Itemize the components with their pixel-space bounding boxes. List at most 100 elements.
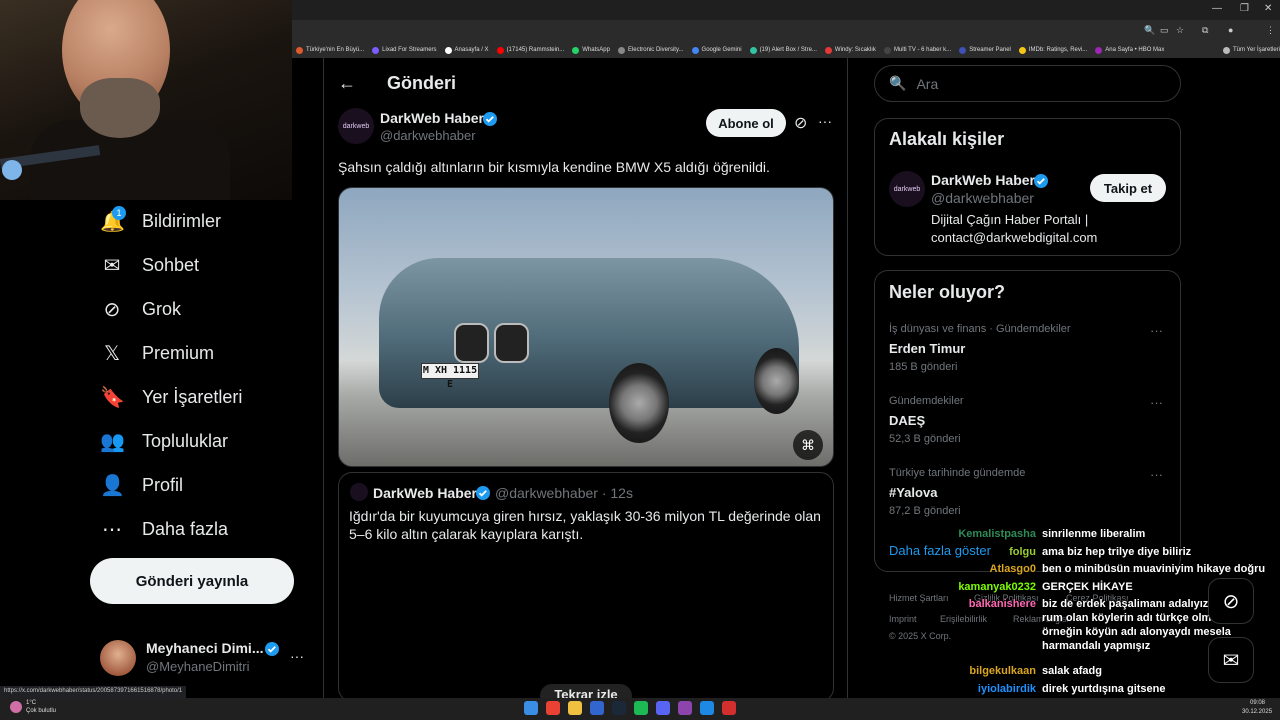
- messages-float-icon[interactable]: ✉: [1208, 637, 1254, 683]
- trend-more-icon[interactable]: ···: [1150, 395, 1163, 410]
- taskbar-app-icon[interactable]: [524, 701, 538, 715]
- bookmark-favicon-icon: [691, 46, 699, 54]
- grok-float-icon[interactable]: ⊘: [1208, 578, 1254, 624]
- trend-name[interactable]: Erden Timur: [889, 341, 965, 356]
- bookmark-item[interactable]: Electronic Diversity...: [617, 46, 684, 54]
- bookmark-item[interactable]: Lixad For Streamers: [372, 46, 437, 54]
- minimize-icon[interactable]: —: [1212, 3, 1222, 14]
- profile-menu-icon[interactable]: ●: [1228, 25, 1233, 35]
- account-handle: @MeyhaneDimitri: [146, 659, 250, 674]
- taskbar-app-icon[interactable]: [700, 701, 714, 715]
- quoted-author-name: DarkWeb Haber: [373, 485, 478, 501]
- author-name[interactable]: DarkWeb Haber: [380, 110, 484, 126]
- author-avatar[interactable]: darkweb: [338, 108, 374, 144]
- tweet-image[interactable]: M XH 1115 E ⌘: [338, 187, 834, 467]
- verified-badge-icon: [1034, 174, 1048, 188]
- taskbar-app-icon[interactable]: [634, 701, 648, 715]
- bookmarks-bar: Türkiye'nin En Büyü... Lixad For Streamer…: [292, 42, 1280, 58]
- trend-more-icon[interactable]: ···: [1150, 323, 1163, 338]
- profile-icon: 👤: [100, 474, 125, 497]
- search-placeholder: Ara: [916, 75, 939, 92]
- bookmark-item[interactable]: (17145) Rammstein...: [496, 46, 564, 54]
- clock-time: 09:08: [1250, 700, 1266, 706]
- weather-icon[interactable]: [10, 701, 22, 713]
- subscribe-button[interactable]: Abone ol: [706, 109, 786, 137]
- bookmark-item[interactable]: Tüm Yer İşaretleri: [1222, 46, 1280, 54]
- cast-icon[interactable]: ▭: [1160, 25, 1169, 36]
- license-plate: M XH 1115 E: [421, 363, 479, 390]
- bookmark-item[interactable]: (19) Alert Box / Stre...: [749, 46, 817, 54]
- bookmark-favicon-icon: [372, 46, 380, 54]
- related-avatar[interactable]: darkweb: [889, 171, 925, 207]
- trends-title: Neler oluyor?: [889, 282, 1006, 302]
- search-input[interactable]: 🔍 Ara: [874, 65, 1181, 102]
- close-icon[interactable]: ✕: [1264, 3, 1272, 14]
- chat-message: folgu ama biz hep trilye diye biliriz: [900, 545, 1270, 559]
- weather-desc: Çok bulutlu: [26, 708, 57, 714]
- bookmark-item[interactable]: Anasayfa / X: [444, 46, 489, 54]
- page-title: Gönderi: [387, 73, 457, 93]
- nav-item-profil[interactable]: 👤 Profil: [100, 470, 183, 500]
- follow-button[interactable]: Takip et: [1090, 174, 1166, 202]
- bookmark-item[interactable]: Streamer Panel: [959, 46, 1011, 54]
- account-name[interactable]: Meyhaneci Dimi...: [146, 640, 263, 656]
- chat-username: Atlasgo0: [989, 563, 1036, 575]
- bookmark-favicon-icon: [496, 46, 504, 54]
- nav-item-topluluklar[interactable]: 👥 Topluluklar: [100, 426, 228, 456]
- extensions-icon[interactable]: ⧉: [1202, 25, 1208, 36]
- nav-item-grok[interactable]: ⊘ Grok: [100, 294, 181, 324]
- bookmark-item[interactable]: Ana Sayfa • HBO Max: [1095, 46, 1164, 54]
- restore-icon[interactable]: ❐: [1240, 3, 1249, 14]
- back-arrow-icon[interactable]: ←: [338, 73, 356, 94]
- bookmark-label: Electronic Diversity...: [627, 47, 684, 53]
- tweet-more-icon[interactable]: ···: [818, 113, 832, 129]
- nav-item-yer-i̇şaretleri[interactable]: 🔖 Yer İşaretleri: [100, 382, 242, 412]
- trend-name[interactable]: DAEŞ: [889, 413, 925, 428]
- trend-name[interactable]: #Yalova: [889, 485, 937, 500]
- nav-item-label: Topluluklar: [142, 430, 229, 451]
- related-name[interactable]: DarkWeb Haber: [931, 172, 1035, 188]
- bookmark-item[interactable]: Windy: Sıcaklık: [824, 46, 876, 54]
- chat-username: Kemalistpasha: [958, 528, 1036, 540]
- trend-more-icon[interactable]: ···: [1150, 467, 1163, 482]
- image-action-icon[interactable]: ⌘: [793, 430, 823, 460]
- bookmark-item[interactable]: Multi TV - 6 haber k...: [883, 46, 952, 54]
- nav-item-daha-fazla[interactable]: ⋯ Daha fazla: [100, 514, 228, 544]
- chat-message: Atlasgo0 ben o minibüsün muaviniyim hikay…: [900, 562, 1270, 576]
- taskbar-app-icon[interactable]: [656, 701, 670, 715]
- grok-icon[interactable]: ⊘: [794, 113, 807, 133]
- more-circle-icon: ⋯: [102, 518, 122, 541]
- star-icon[interactable]: ☆: [1176, 25, 1184, 36]
- bookmark-favicon-icon: [883, 46, 891, 54]
- taskbar-app-icon[interactable]: [546, 701, 560, 715]
- bookmark-item[interactable]: WhatsApp: [572, 46, 610, 54]
- related-bio: Dijital Çağın Haber Portalı | contact@da…: [931, 212, 1098, 245]
- zoom-icon[interactable]: 🔍: [1144, 25, 1155, 36]
- bookmark-label: Multi TV - 6 haber k...: [893, 47, 952, 53]
- browser-menu-icon[interactable]: ⋮: [1266, 25, 1275, 36]
- grok-icon: ⊘: [103, 298, 121, 321]
- address-bar[interactable]: [292, 20, 1280, 42]
- chat-message: iyiolabirdik direk yurtdışına gitsene: [900, 682, 1270, 696]
- account-avatar[interactable]: [100, 640, 136, 676]
- car-body: [379, 258, 799, 408]
- author-handle[interactable]: @darkwebhaber: [380, 128, 476, 143]
- bookmark-item[interactable]: Türkiye'nin En Büyü...: [296, 46, 365, 54]
- post-button[interactable]: Gönderi yayınla: [90, 558, 294, 604]
- taskbar-app-icon[interactable]: [678, 701, 692, 715]
- bookmark-item[interactable]: IMDb: Ratings, Revi...: [1018, 46, 1088, 54]
- bookmark-item[interactable]: Google Gemini: [691, 46, 742, 54]
- account-more-icon[interactable]: ···: [290, 648, 304, 664]
- taskbar-app-icon[interactable]: [612, 701, 626, 715]
- nav-item-sohbet[interactable]: ✉ Sohbet: [100, 250, 199, 280]
- bookmark-label: Türkiye'nin En Büyü...: [306, 47, 365, 53]
- chat-text: direk yurtdışına gitsene: [1042, 683, 1166, 695]
- bookmark-label: WhatsApp: [582, 47, 610, 53]
- nav-item-premium[interactable]: 𝕏 Premium: [100, 338, 214, 368]
- clock-date: 30.12.2025: [1242, 709, 1273, 715]
- bookmark-label: IMDb: Ratings, Revi...: [1028, 47, 1088, 53]
- taskbar-app-icon[interactable]: [590, 701, 604, 715]
- chat-text: ben o minibüsün muaviniyim hikaye doğru: [1042, 563, 1266, 575]
- taskbar-app-icon[interactable]: [722, 701, 736, 715]
- taskbar-app-icon[interactable]: [568, 701, 582, 715]
